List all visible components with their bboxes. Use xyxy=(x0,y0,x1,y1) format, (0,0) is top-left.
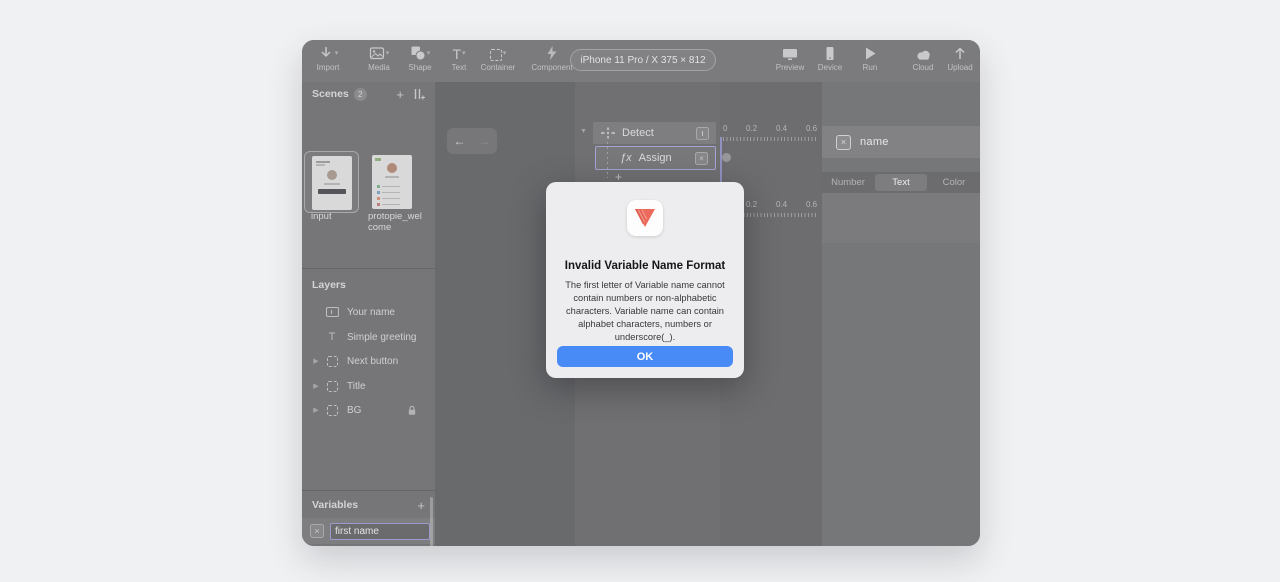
media-icon xyxy=(369,46,385,61)
variable-type-icon: × xyxy=(836,134,851,150)
import-button[interactable]: ▾ Import xyxy=(305,45,351,72)
left-panel: Scenes 2 + input protopie_welcome Layers… xyxy=(302,82,435,546)
dialog-body: The first letter of Variable name cannot… xyxy=(565,280,725,343)
variables-header: Variables + xyxy=(302,496,435,514)
add-variable-button[interactable]: + xyxy=(417,499,425,512)
expand-arrow-icon[interactable]: ▶ xyxy=(310,357,322,365)
detect-trigger-row[interactable]: Detect xyxy=(593,122,716,144)
run-icon xyxy=(863,46,877,61)
protopie-studio: ▾ Import ▾ Media ▾ Shape T ▾ Text ▾ Cont… xyxy=(0,0,1280,582)
layer-row-your-name[interactable]: ▸ Your name xyxy=(302,300,435,324)
layers-title: Layers xyxy=(312,279,346,291)
container-layer-icon xyxy=(326,380,338,392)
back-arrow-icon[interactable]: ← xyxy=(454,134,466,148)
text-layer-icon: T xyxy=(328,330,336,343)
container-button[interactable]: ▾ Container xyxy=(475,45,521,72)
scene-nav: ← → xyxy=(447,128,497,154)
assign-response-row[interactable]: ƒx Assign × xyxy=(595,146,716,170)
preview-icon xyxy=(782,47,798,61)
chevron-down-icon: ▾ xyxy=(334,50,339,57)
detect-icon xyxy=(601,127,615,139)
variable-row[interactable]: × xyxy=(302,518,435,544)
media-button[interactable]: ▾ Media xyxy=(356,45,402,72)
scene-label: protopie_welcome xyxy=(368,211,422,233)
chevron-down-icon: ▾ xyxy=(502,50,507,57)
layer-row-title[interactable]: ▶ Title xyxy=(302,374,435,398)
layers-header: Layers xyxy=(302,276,435,294)
scenes-count-badge: 2 xyxy=(353,87,367,101)
container-icon xyxy=(489,49,502,61)
component-icon xyxy=(544,45,560,61)
forward-arrow-icon[interactable]: → xyxy=(479,134,491,148)
scene-label: input xyxy=(311,211,332,222)
scenes-title: Scenes xyxy=(312,88,349,100)
tab-number[interactable]: Number xyxy=(822,174,874,191)
scene-thumbnail-input[interactable] xyxy=(304,151,359,213)
collapse-arrow-icon[interactable]: ▼ xyxy=(580,128,587,135)
layer-row-next-button[interactable]: ▶ Next button xyxy=(302,349,435,373)
variable-detail-block xyxy=(822,193,980,243)
upload-button[interactable]: Upload xyxy=(937,45,980,72)
component-button[interactable]: Component xyxy=(529,45,575,72)
import-icon xyxy=(318,45,334,61)
scene-preview xyxy=(311,156,352,210)
assign-keyframe-dot[interactable] xyxy=(722,153,731,162)
layer-row-bg[interactable]: ▶ BG xyxy=(302,398,435,422)
device-selector[interactable]: iPhone 11 Pro / X 375 × 812 xyxy=(570,49,716,71)
scenes-header: Scenes 2 + xyxy=(302,85,435,103)
text-icon: T xyxy=(452,46,462,62)
variable-name-input[interactable] xyxy=(330,522,430,540)
expand-arrow-icon[interactable]: ▶ xyxy=(310,406,322,414)
timeline-ruler[interactable]: 0 0.2 0.4 0.6 xyxy=(720,124,822,144)
target-layer-badge xyxy=(696,126,709,140)
variable-name-header: × name xyxy=(822,126,980,158)
container-layer-icon xyxy=(326,355,338,367)
tab-color[interactable]: Color xyxy=(928,174,980,191)
formula-icon: ƒx xyxy=(620,152,632,164)
container-layer-icon xyxy=(326,404,338,416)
device-icon xyxy=(822,46,838,61)
left-panel-scrollbar[interactable] xyxy=(430,497,433,546)
shape-icon xyxy=(410,45,426,61)
divider xyxy=(302,268,435,269)
divider xyxy=(302,490,435,491)
variables-title: Variables xyxy=(312,499,359,511)
run-button[interactable]: Run xyxy=(847,45,893,72)
invalid-variable-dialog: Invalid Variable Name Format The first l… xyxy=(546,182,744,378)
variable-name-value[interactable]: name xyxy=(860,136,889,148)
input-layer-icon xyxy=(325,307,339,317)
chevron-down-icon: ▾ xyxy=(426,50,431,57)
variable-type-icon: × xyxy=(310,524,324,538)
scene-thumbnail-protopie-welcome[interactable] xyxy=(364,151,419,213)
dialog-title: Invalid Variable Name Format xyxy=(564,260,726,272)
tick-marks xyxy=(723,137,818,141)
add-scene-button[interactable]: + xyxy=(396,88,404,101)
layer-row-simple-greeting[interactable]: ▸ T Simple greeting xyxy=(302,325,435,349)
lock-icon[interactable] xyxy=(407,405,417,416)
connector-line xyxy=(607,142,608,178)
protopie-logo xyxy=(627,200,663,236)
scene-list-view-icon[interactable] xyxy=(414,88,425,100)
tab-text[interactable]: Text xyxy=(875,174,927,191)
expand-arrow-icon[interactable]: ▶ xyxy=(310,382,322,390)
ok-button[interactable]: OK xyxy=(557,346,733,367)
inspector-panel: × name Number Text Color 5 Missing Fonts xyxy=(822,82,980,546)
chevron-down-icon: ▾ xyxy=(385,50,390,57)
upload-icon xyxy=(952,45,968,61)
variable-type-tabs: Number Text Color xyxy=(822,172,980,193)
chevron-down-icon: ▾ xyxy=(462,50,466,57)
cloud-icon xyxy=(915,48,932,61)
scene-preview xyxy=(371,155,412,209)
toolbar: ▾ Import ▾ Media ▾ Shape T ▾ Text ▾ Cont… xyxy=(302,40,980,82)
variable-badge: × xyxy=(695,151,708,165)
